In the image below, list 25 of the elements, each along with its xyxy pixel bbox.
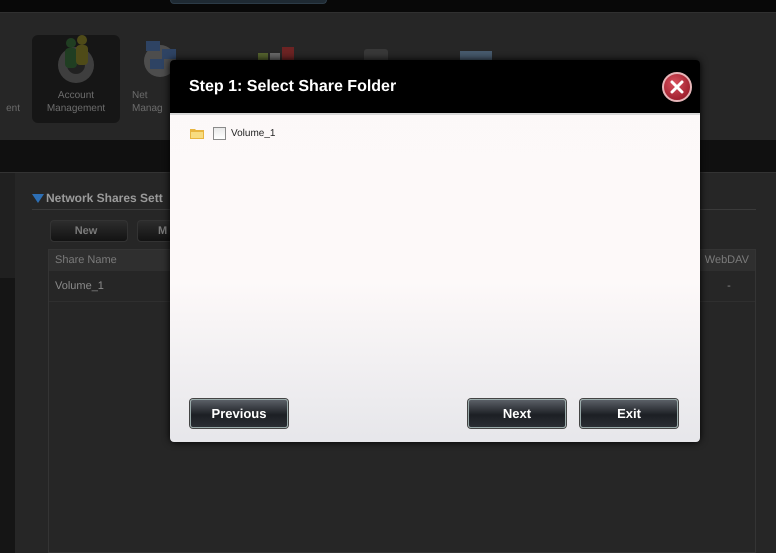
table-cell-text: -	[726, 280, 732, 292]
close-icon	[670, 80, 684, 94]
folder-icon	[190, 128, 204, 139]
dialog-button[interactable]: Next	[468, 399, 566, 428]
selected-nav-tile[interactable]: Account Management	[32, 35, 120, 123]
people-gear-icon	[58, 35, 94, 83]
network-gear-icon	[144, 41, 176, 77]
nav-label[interactable]: Net	[132, 89, 148, 102]
collapse-triangle-icon[interactable]	[32, 194, 44, 202]
nav-label[interactable]: Management	[46, 102, 106, 115]
nav-label[interactable]: Manag	[132, 102, 163, 115]
dialog-button[interactable]: Exit	[580, 399, 678, 428]
close-button[interactable]	[662, 72, 692, 102]
section-title: Network Shares Sett	[46, 191, 163, 205]
column-header: Share Name	[55, 254, 117, 266]
checkbox[interactable]	[213, 127, 226, 140]
nav-label[interactable]: ent	[6, 102, 20, 115]
previous-button[interactable]: Previous	[190, 399, 288, 428]
dialog-title: Step 1: Select Share Folder	[189, 78, 396, 96]
toolbar-button[interactable]: New	[50, 220, 128, 242]
column-header: WebDAV	[704, 254, 749, 266]
folder-label[interactable]: Volume_1	[231, 128, 276, 139]
nav-label[interactable]: Account	[58, 89, 94, 102]
table-cell: Volume_1	[55, 280, 104, 292]
apps-icon	[258, 47, 294, 63]
